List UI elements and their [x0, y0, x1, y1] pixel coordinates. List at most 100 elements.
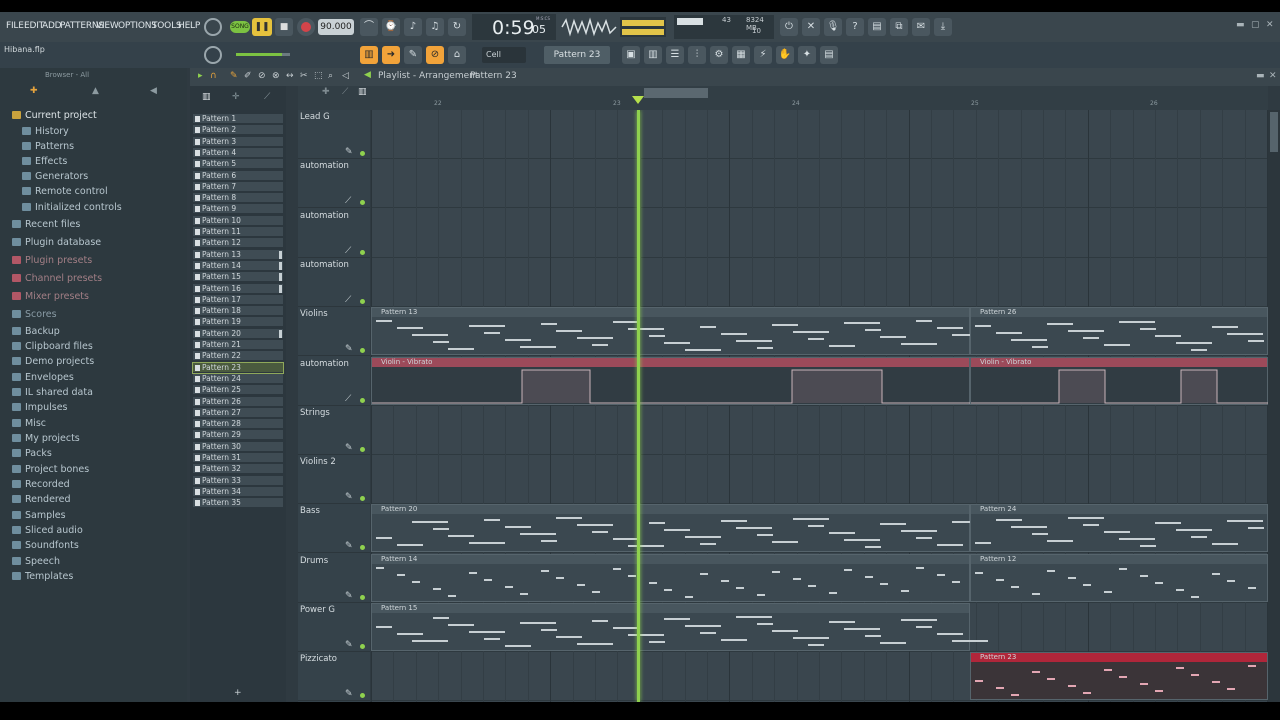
- pencil-icon[interactable]: ✎: [404, 46, 422, 64]
- touch-keyboard-icon[interactable]: ✋: [776, 46, 794, 64]
- chat-icon[interactable]: ✉: [912, 18, 930, 36]
- pattern-list-item[interactable]: Pattern 29: [193, 430, 283, 441]
- playlist-icon[interactable]: ▣: [622, 46, 640, 64]
- timeline-scrollbar[interactable]: [644, 88, 708, 98]
- track-mute-led[interactable]: [360, 496, 365, 502]
- channel-rack-icon[interactable]: ☰: [666, 46, 684, 64]
- browser-item[interactable]: Generators: [22, 171, 88, 182]
- master-volume-knob[interactable]: [204, 18, 222, 36]
- menu-view[interactable]: VIEW: [96, 21, 119, 31]
- browser-item[interactable]: Envelopes: [12, 372, 74, 383]
- track-mute-led[interactable]: [360, 594, 365, 600]
- wait-input-icon[interactable]: ⌚: [382, 18, 400, 36]
- track-mute-led[interactable]: [360, 298, 365, 304]
- playlist-minimize-icon[interactable]: ▬: [1256, 71, 1265, 81]
- playlist-clip[interactable]: Violin - Vibrato: [371, 356, 971, 405]
- microphone-icon[interactable]: 🎙: [824, 18, 842, 36]
- add-pattern-icon[interactable]: +: [234, 688, 242, 698]
- close-window-icon[interactable]: ✕: [1266, 20, 1274, 30]
- track-name[interactable]: Lead G: [300, 112, 330, 122]
- pattern-list-item[interactable]: Pattern 6: [193, 170, 283, 181]
- minimize-icon[interactable]: ▬: [1236, 20, 1245, 30]
- pattern-list-item[interactable]: Pattern 17: [193, 294, 283, 305]
- save-icon[interactable]: ▤: [868, 18, 886, 36]
- select-tool-icon[interactable]: ⬚: [314, 71, 323, 81]
- slip-tool-icon[interactable]: ↔: [286, 71, 294, 81]
- help-icon[interactable]: ?: [846, 18, 864, 36]
- browser-item[interactable]: Remote control: [22, 186, 108, 197]
- paint-tool-icon[interactable]: ✐: [244, 71, 252, 81]
- pattern-list-item[interactable]: Pattern 4: [193, 147, 283, 158]
- track-mute-led[interactable]: [360, 348, 365, 354]
- pattern-list-item[interactable]: Pattern 25: [193, 385, 283, 396]
- browser-item[interactable]: Patterns: [22, 141, 74, 152]
- pattern-list-item[interactable]: Pattern 18: [193, 306, 283, 317]
- track-mute-led[interactable]: [360, 151, 365, 156]
- menu-help[interactable]: HELP: [178, 21, 200, 31]
- playlist-grid[interactable]: Pattern 13 Pattern 26 Violin - Vibrato Viol…: [371, 110, 1268, 702]
- ruler-curve-icon[interactable]: ⟋: [342, 87, 348, 97]
- time-display[interactable]: 0:59 05 M:S:CS: [472, 14, 556, 40]
- zoom-tool-icon[interactable]: ⌕: [328, 71, 333, 81]
- pattern-list-item[interactable]: Pattern 2: [193, 125, 283, 136]
- pattern-list-item[interactable]: Pattern 8: [193, 193, 283, 204]
- browser-item[interactable]: Scores: [12, 309, 57, 320]
- track-instrument-icon[interactable]: ✎: [345, 443, 355, 453]
- playlist-play-icon[interactable]: ▸: [198, 71, 203, 81]
- ruler-move-icon[interactable]: ✚: [322, 87, 330, 97]
- playlist-close-icon[interactable]: ✕: [1269, 71, 1277, 81]
- pattern-list-item[interactable]: Pattern 35: [193, 498, 283, 509]
- pattern-list-item[interactable]: Pattern 16: [193, 283, 283, 294]
- pattern-list-item[interactable]: Pattern 20: [193, 328, 283, 339]
- menu-options[interactable]: OPTIONS: [118, 21, 157, 31]
- track-name[interactable]: automation: [300, 260, 349, 270]
- browser-icon[interactable]: ▦: [732, 46, 750, 64]
- slice-tool-icon[interactable]: ✂: [300, 71, 308, 81]
- pattern-list-item[interactable]: Pattern 11: [193, 227, 283, 237]
- tempo-display[interactable]: 90.000: [318, 19, 354, 35]
- pattern-list-item[interactable]: Pattern 9: [193, 204, 283, 215]
- move-icon[interactable]: ✛: [232, 92, 240, 102]
- browser-item[interactable]: Current project: [12, 110, 97, 121]
- browser-item[interactable]: History: [22, 126, 69, 137]
- track-instrument-icon[interactable]: ⟋: [345, 295, 355, 305]
- menu-edit[interactable]: EDIT: [24, 21, 44, 31]
- menu-tools[interactable]: TOOLS: [152, 21, 182, 31]
- track-instrument-icon[interactable]: ⟋: [345, 394, 355, 404]
- browser-up-icon[interactable]: ▲: [92, 86, 99, 96]
- track-name[interactable]: Power G: [300, 605, 335, 615]
- pattern-list-item[interactable]: Pattern 30: [193, 441, 283, 452]
- browser-item[interactable]: Sliced audio: [12, 525, 83, 536]
- track-name[interactable]: Violins: [300, 309, 328, 319]
- track-mute-led[interactable]: [360, 200, 365, 206]
- track-name[interactable]: automation: [300, 211, 349, 221]
- download-icon[interactable]: ⤓: [934, 18, 952, 36]
- track-mute-led[interactable]: [360, 397, 365, 403]
- track-mute-led[interactable]: [360, 545, 365, 551]
- pattern-list-item[interactable]: Pattern 13: [193, 249, 283, 260]
- track-name[interactable]: Strings: [300, 408, 330, 418]
- snapshot-icon[interactable]: ✦: [798, 46, 816, 64]
- magnet-icon[interactable]: ∩: [210, 71, 217, 81]
- plugin-icon[interactable]: ⚡: [754, 46, 772, 64]
- maximize-icon[interactable]: ▢: [1251, 20, 1260, 30]
- pattern-selector[interactable]: Pattern 23: [544, 46, 610, 64]
- pattern-list-item[interactable]: Pattern 34: [193, 486, 283, 497]
- pattern-list-item[interactable]: Pattern 23: [192, 361, 284, 374]
- curve-icon[interactable]: ⟋: [264, 92, 270, 102]
- track-instrument-icon[interactable]: ⟋: [345, 196, 355, 206]
- pattern-list-item[interactable]: Pattern 28: [193, 419, 283, 430]
- track-instrument-icon[interactable]: ✎: [345, 147, 355, 157]
- scroll-thumb[interactable]: [1270, 112, 1278, 152]
- track-name[interactable]: Bass: [300, 506, 320, 516]
- countdown-icon[interactable]: ♪: [404, 18, 422, 36]
- track-name[interactable]: automation: [300, 161, 349, 171]
- playlist-clip[interactable]: Pattern 13: [371, 307, 988, 356]
- pattern-list-item[interactable]: Pattern 3: [193, 136, 283, 147]
- pattern-list-item[interactable]: Pattern 14: [193, 260, 283, 271]
- piano-roll-icon[interactable]: ▥: [360, 46, 378, 64]
- browser-item[interactable]: Project bones: [12, 464, 89, 475]
- menu-file[interactable]: FILE: [6, 21, 24, 31]
- browser-item[interactable]: Soundfonts: [12, 540, 79, 551]
- online-icon[interactable]: ⏻: [780, 18, 798, 36]
